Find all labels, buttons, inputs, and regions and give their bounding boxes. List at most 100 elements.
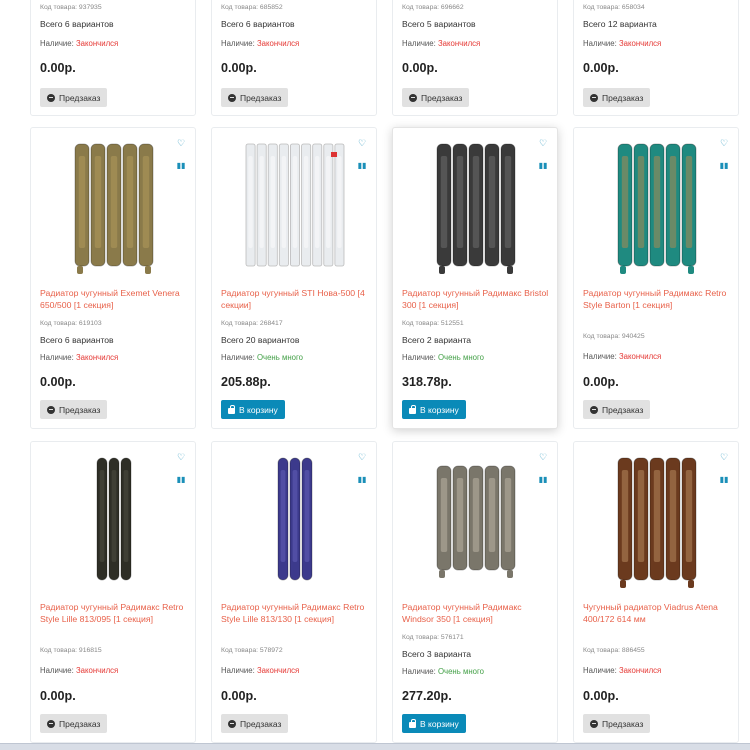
wishlist-heart-icon[interactable]: ♡: [537, 452, 549, 463]
product-image-area[interactable]: [39, 450, 189, 594]
availability: Наличие: Закончился: [583, 39, 661, 48]
product-image-area[interactable]: [220, 136, 370, 280]
product-code: Код товара: 578972: [221, 647, 283, 654]
product-card[interactable]: ♡ ▮▮ Радиатор чугунный Радимакс Retro Styl…: [30, 441, 196, 743]
radiator-image[interactable]: [416, 452, 536, 592]
product-title-link[interactable]: Радиатор чугунный Радимакс Windsor 350 […: [402, 601, 550, 625]
radiator-image[interactable]: [235, 138, 355, 278]
preorder-button[interactable]: Предзаказ: [40, 400, 108, 419]
product-title-link[interactable]: Радиатор чугунный STI Нова-500 [4 секции…: [221, 287, 369, 311]
compare-chart-icon[interactable]: ▮▮: [718, 161, 730, 170]
variants-count: Всего 3 варианта: [402, 649, 472, 659]
radiator-image[interactable]: [597, 138, 717, 278]
minus-circle-icon: [228, 93, 236, 102]
availability-label: Наличие:: [402, 667, 436, 676]
button-label: Предзаказ: [240, 718, 282, 729]
product-title-link[interactable]: Радиатор чугунный Радимакс Retro Style L…: [40, 601, 188, 625]
product-price: 0.00р.: [40, 689, 76, 703]
product-image-area[interactable]: [401, 136, 551, 280]
availability: Наличие: Закончился: [402, 39, 480, 48]
product-card[interactable]: ♡ ▮▮ Радиатор чугунный Радимакс Windsor 35…: [392, 441, 558, 743]
product-image-area[interactable]: [582, 450, 732, 594]
availability: Наличие: Закончился: [583, 352, 661, 361]
product-price: 0.00р.: [583, 375, 619, 389]
radiator-image[interactable]: [54, 138, 174, 278]
preorder-button[interactable]: Предзаказ: [583, 88, 651, 107]
compare-chart-icon[interactable]: ▮▮: [537, 161, 549, 170]
button-label: Предзаказ: [602, 718, 644, 729]
minus-circle-icon: [590, 93, 598, 102]
wishlist-heart-icon[interactable]: ♡: [175, 452, 187, 463]
preorder-button[interactable]: Предзаказ: [583, 714, 651, 733]
availability: Наличие: Очень много: [402, 353, 484, 362]
variants-count: Всего 2 варианта: [402, 335, 472, 345]
preorder-button[interactable]: Предзаказ: [40, 714, 108, 733]
wishlist-heart-icon[interactable]: ♡: [175, 138, 187, 149]
product-code-label: Код товара:: [40, 320, 78, 327]
add-to-cart-button[interactable]: В корзину: [402, 714, 466, 733]
product-code-label: Код товара:: [402, 320, 440, 327]
product-card[interactable]: ♡ ▮▮ Радиатор чугунный STI Нова-500 [4 сек…: [211, 127, 377, 429]
product-code-value: 268417: [259, 320, 283, 327]
shopping-bag-icon: [228, 404, 235, 414]
product-title-link[interactable]: Чугунный радиатор Viadrus Atena 400/172 …: [583, 601, 731, 625]
button-label: В корзину: [420, 404, 459, 415]
product-price: 0.00р.: [40, 375, 76, 389]
product-card[interactable]: ♡ ▮▮ Радиатор чугунный Радимакс Retro Styl…: [573, 127, 739, 429]
product-card[interactable]: ♡ ▮▮ Радиатор чугунный Exemet Venera 650/5…: [30, 127, 196, 429]
product-card[interactable]: Код товара: 937935 Всего 6 вариантов Налич…: [30, 0, 196, 116]
product-title-link[interactable]: Радиатор чугунный Радимакс Retro Style L…: [221, 601, 369, 625]
shopping-bag-icon: [409, 718, 416, 728]
wishlist-heart-icon[interactable]: ♡: [356, 138, 368, 149]
availability: Наличие: Очень много: [402, 667, 484, 676]
product-code-label: Код товара:: [40, 647, 78, 654]
add-to-cart-button[interactable]: В корзину: [402, 400, 466, 419]
radiator-image[interactable]: [597, 452, 717, 592]
preorder-button[interactable]: Предзаказ: [583, 400, 651, 419]
product-image-area[interactable]: [39, 136, 189, 280]
product-code: Код товара: 619103: [40, 320, 102, 327]
product-card[interactable]: ♡ ▮▮ Радиатор чугунный Радимакс Retro Styl…: [211, 441, 377, 743]
compare-chart-icon[interactable]: ▮▮: [356, 161, 368, 170]
product-code: Код товара: 696662: [402, 4, 464, 11]
availability-label: Наличие:: [583, 39, 617, 48]
compare-chart-icon[interactable]: ▮▮: [356, 475, 368, 484]
product-card[interactable]: Код товара: 658034 Всего 12 варианта Налич…: [573, 0, 739, 116]
compare-chart-icon[interactable]: ▮▮: [175, 475, 187, 484]
product-code-value: 619103: [78, 320, 102, 327]
product-title-link[interactable]: Радиатор чугунный Радимакс Retro Style B…: [583, 287, 731, 311]
product-title-link[interactable]: Радиатор чугунный Exemet Venera 650/500 …: [40, 287, 188, 311]
radiator-image[interactable]: [54, 452, 174, 592]
wishlist-heart-icon[interactable]: ♡: [718, 138, 730, 149]
wishlist-heart-icon[interactable]: ♡: [537, 138, 549, 149]
product-card[interactable]: Код товара: 696662 Всего 5 вариантов Налич…: [392, 0, 558, 116]
button-label: Предзаказ: [421, 92, 463, 103]
compare-chart-icon[interactable]: ▮▮: [537, 475, 549, 484]
wishlist-heart-icon[interactable]: ♡: [356, 452, 368, 463]
product-card[interactable]: ♡ ▮▮ Радиатор чугунный Радимакс Bristol 30…: [392, 127, 558, 429]
product-title-link[interactable]: Радиатор чугунный Радимакс Bristol 300 […: [402, 287, 550, 311]
availability: Наличие: Закончился: [583, 666, 661, 675]
compare-chart-icon[interactable]: ▮▮: [175, 161, 187, 170]
wishlist-heart-icon[interactable]: ♡: [718, 452, 730, 463]
minus-circle-icon: [590, 405, 598, 414]
availability-status: Закончился: [618, 666, 662, 675]
product-image-area[interactable]: [401, 450, 551, 594]
preorder-button[interactable]: Предзаказ: [402, 88, 470, 107]
compare-chart-icon[interactable]: ▮▮: [718, 475, 730, 484]
availability-label: Наличие:: [221, 666, 255, 675]
availability: Наличие: Закончился: [40, 666, 118, 675]
product-image-area[interactable]: [220, 450, 370, 594]
product-card[interactable]: Код товара: 685852 Всего 6 вариантов Налич…: [211, 0, 377, 116]
product-card[interactable]: ♡ ▮▮ Чугунный радиатор Viadrus Atena 400/1…: [573, 441, 739, 743]
availability-status: Закончился: [618, 352, 662, 361]
preorder-button[interactable]: Предзаказ: [221, 714, 289, 733]
radiator-image[interactable]: [235, 452, 355, 592]
button-label: Предзаказ: [602, 92, 644, 103]
radiator-image[interactable]: [416, 138, 536, 278]
preorder-button[interactable]: Предзаказ: [40, 88, 108, 107]
product-code: Код товара: 658034: [583, 4, 645, 11]
preorder-button[interactable]: Предзаказ: [221, 88, 289, 107]
add-to-cart-button[interactable]: В корзину: [221, 400, 285, 419]
product-image-area[interactable]: [582, 136, 732, 280]
